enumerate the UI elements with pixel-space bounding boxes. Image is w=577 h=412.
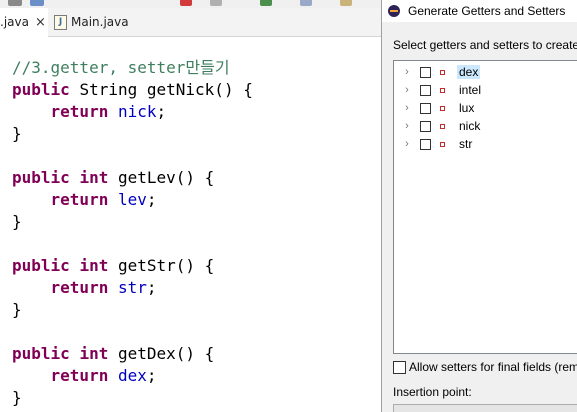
field-ref: dex: [117, 366, 147, 385]
type-name: String: [79, 80, 138, 99]
dialog-title: Generate Getters and Setters: [408, 4, 566, 18]
tab-label: Main.java: [71, 15, 129, 29]
keyword: int: [79, 256, 109, 275]
tab-label: .java: [0, 15, 29, 29]
keyword: public: [12, 256, 70, 275]
code-line: public int getLev() {: [12, 167, 253, 189]
keyword: return: [50, 190, 109, 209]
keyword: return: [50, 278, 109, 297]
semicolon: ;: [146, 366, 157, 385]
eclipse-icon: [388, 5, 400, 17]
chevron-right-icon[interactable]: ›: [402, 120, 412, 132]
semicolon: ;: [156, 102, 167, 121]
field-icon: [440, 123, 445, 129]
code-line: }: [12, 387, 253, 409]
tree-item-label: intel: [459, 83, 482, 97]
tree-item-str[interactable]: › str: [394, 135, 474, 153]
code-line: return lev;: [12, 189, 253, 211]
tree-item-label: nick: [459, 119, 481, 133]
code-comment: //3.getter, setter만들기: [12, 58, 230, 77]
field-ref: str: [117, 278, 147, 297]
toolbar-icon[interactable]: [340, 0, 352, 6]
tree-item-intel[interactable]: › intel: [394, 81, 483, 99]
code-line: }: [12, 123, 253, 145]
method-signature: getStr() {: [117, 256, 215, 275]
tree-item-label: dex: [457, 65, 481, 79]
tab-current-java[interactable]: .java ×: [0, 8, 48, 38]
close-brace: }: [12, 388, 22, 407]
insertion-point-label: Insertion point:: [393, 385, 472, 399]
generate-getters-setters-dialog: Generate Getters and Setters Select gett…: [381, 0, 577, 412]
allow-final-setters-option[interactable]: Allow setters for final fields (rem: [393, 360, 577, 374]
tree-item-dex[interactable]: › dex: [394, 63, 481, 81]
field-checkbox[interactable]: [420, 102, 431, 114]
code-line: public int getStr() {: [12, 255, 253, 277]
code-text[interactable]: //3.getter, setter만들기 public String getN…: [12, 57, 253, 409]
chevron-right-icon[interactable]: ›: [402, 66, 412, 78]
chevron-right-icon[interactable]: ›: [402, 84, 412, 96]
close-brace: }: [12, 212, 22, 231]
tree-item-label: str: [459, 137, 473, 151]
toolbar-icon[interactable]: [210, 0, 222, 6]
toolbar-icon[interactable]: [260, 0, 272, 6]
field-checkbox[interactable]: [420, 66, 431, 78]
method-signature: getDex() {: [117, 344, 215, 363]
keyword: int: [79, 168, 109, 187]
toolbar-icon[interactable]: [30, 0, 44, 6]
dialog-title-bar[interactable]: Generate Getters and Setters: [382, 0, 577, 22]
field-icon: [440, 141, 445, 147]
chevron-right-icon[interactable]: ›: [402, 138, 412, 150]
toolbar-icon[interactable]: [300, 0, 312, 6]
field-icon: [440, 87, 445, 93]
field-icon: [440, 105, 445, 111]
code-line: }: [12, 299, 253, 321]
keyword: return: [50, 102, 109, 121]
keyword: public: [12, 168, 70, 187]
toolbar-icon[interactable]: [8, 0, 22, 6]
tab-main-java[interactable]: J Main.java: [54, 8, 144, 36]
code-line: public String getNick() {: [12, 79, 253, 101]
field-checkbox[interactable]: [420, 120, 431, 132]
keyword: public: [12, 80, 70, 99]
code-editor[interactable]: //3.getter, setter만들기 public String getN…: [0, 37, 380, 412]
code-line: }: [12, 211, 253, 233]
code-line: return str;: [12, 277, 253, 299]
tree-item-nick[interactable]: › nick: [394, 117, 482, 135]
tree-item-lux[interactable]: › lux: [394, 99, 476, 117]
close-brace: }: [12, 300, 22, 319]
allow-final-setters-checkbox[interactable]: [393, 360, 406, 374]
dialog-heading: Select getters and setters to create: [393, 38, 577, 52]
field-checkbox[interactable]: [420, 138, 431, 150]
keyword: return: [50, 366, 109, 385]
code-line: public int getDex() {: [12, 343, 253, 365]
field-icon: [440, 69, 445, 75]
keyword: int: [79, 344, 109, 363]
allow-final-setters-label: Allow setters for final fields (rem: [409, 360, 577, 374]
close-icon[interactable]: ×: [35, 15, 46, 30]
method-signature: getNick() {: [146, 80, 253, 99]
semicolon: ;: [146, 190, 157, 209]
keyword: public: [12, 344, 70, 363]
field-checkbox[interactable]: [420, 84, 431, 96]
field-ref: nick: [117, 102, 157, 121]
code-line: return nick;: [12, 101, 253, 123]
chevron-right-icon[interactable]: ›: [402, 102, 412, 114]
insertion-point-select[interactable]: [393, 404, 577, 412]
code-line: return dex;: [12, 365, 253, 387]
toolbar-icon[interactable]: [180, 0, 192, 6]
semicolon: ;: [146, 278, 157, 297]
method-signature: getLev() {: [117, 168, 215, 187]
close-brace: }: [12, 124, 22, 143]
code-line: //3.getter, setter만들기: [12, 57, 253, 79]
java-file-icon: J: [54, 14, 67, 30]
field-ref: lev: [117, 190, 147, 209]
fields-tree[interactable]: › dex › intel › lux › nick › str: [393, 60, 577, 354]
tree-item-label: lux: [459, 101, 475, 115]
